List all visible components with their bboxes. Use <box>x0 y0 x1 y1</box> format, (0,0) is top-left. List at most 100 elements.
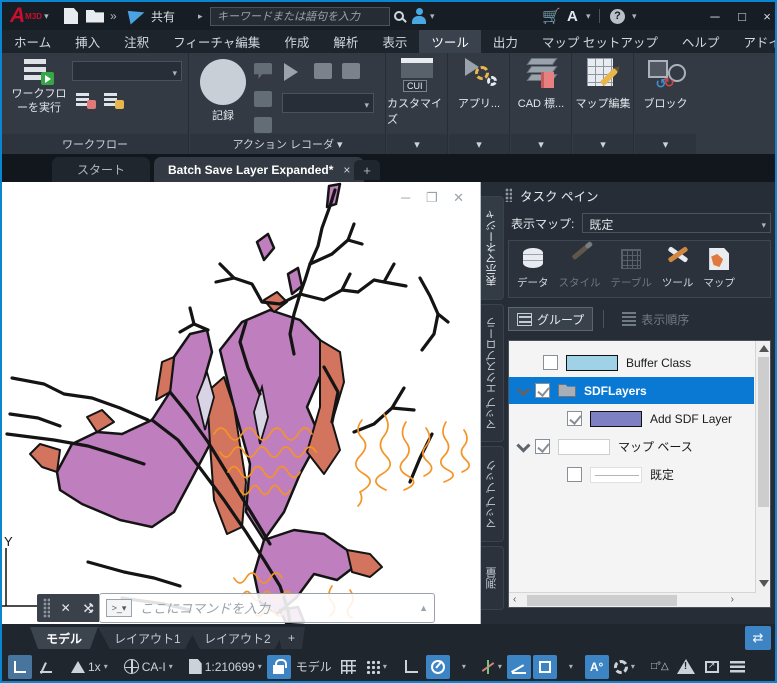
scale-button[interactable]: 1:210699 ▾ <box>186 655 265 679</box>
ucs-toggle-button[interactable] <box>8 654 32 679</box>
edit-macro-icon[interactable] <box>314 63 332 79</box>
sign-in-button[interactable] <box>412 2 426 30</box>
help-caret-icon[interactable]: ▾ <box>632 2 637 30</box>
task-pane-header[interactable]: タスク ペイン <box>505 184 773 206</box>
drawing-canvas[interactable]: ─ ❐ ✕ Y ✕ ⚒ >_▾ ▲ <box>2 182 481 625</box>
space-switch-button[interactable]: ⇄ <box>745 626 771 650</box>
play-macro-icon[interactable] <box>284 63 298 81</box>
annotation-visibility-button[interactable]: A° <box>584 654 609 679</box>
new-layout-button[interactable]: + <box>278 627 306 649</box>
map-base-checkbox[interactable] <box>535 439 550 454</box>
insert-message-icon[interactable] <box>342 63 360 79</box>
sdflayers-collapse-icon[interactable] <box>516 382 531 397</box>
ribbon-tab-tools[interactable]: ツール <box>419 30 481 53</box>
map-button[interactable]: マップ <box>703 246 735 290</box>
display-map-select[interactable]: 既定 ▾ <box>582 213 771 233</box>
preference-icon[interactable] <box>254 117 272 133</box>
search-expand-icon[interactable]: ▸ <box>198 2 203 30</box>
share-button[interactable]: 共有 <box>127 2 175 30</box>
scale-lock-button[interactable] <box>266 654 291 679</box>
map-base-collapse-icon[interactable] <box>516 438 531 453</box>
customization-menu-button[interactable] <box>726 655 750 679</box>
qat-caret-icon[interactable]: ▾ <box>430 2 435 30</box>
tab-model[interactable]: モデル <box>30 627 99 649</box>
tree-row-default[interactable]: 既定 <box>509 461 754 488</box>
cad-standards-flyout[interactable]: ▾ <box>511 134 571 154</box>
logo-caret-icon[interactable]: ▾ <box>44 11 49 22</box>
new-drawing-tab-button[interactable]: + <box>354 160 380 180</box>
tree-row-add-sdf-layer[interactable]: Add SDF Layer <box>509 405 754 432</box>
scroll-left-icon[interactable]: ‹ <box>513 594 516 605</box>
macro-combobox[interactable]: ▾ <box>282 93 374 113</box>
customize-flyout[interactable]: ▾ <box>387 134 447 154</box>
graphics-performance-button[interactable] <box>674 655 698 679</box>
workflow-panel-title[interactable]: ワークフロー <box>2 134 188 154</box>
default-checkbox[interactable] <box>567 467 582 482</box>
isolate-objects-button[interactable]: □°△ <box>648 655 672 679</box>
command-history-icon[interactable]: ▲ <box>419 603 428 613</box>
osnap-caret[interactable]: ▾ <box>559 655 583 679</box>
ortho-toggle-button[interactable] <box>400 655 424 679</box>
ribbon-tab-map-setup[interactable]: マップ セットアップ <box>530 30 670 53</box>
vertical-scroll-thumb[interactable] <box>758 357 769 507</box>
command-prompt-icon[interactable]: >_ ▾ <box>106 599 132 617</box>
drag-handle-icon[interactable] <box>42 598 50 618</box>
coordinate-system-button[interactable]: CA-I ▾ <box>121 655 176 679</box>
tree-horizontal-scrollbar[interactable]: ‹ › <box>509 592 756 607</box>
ribbon-tab-output[interactable]: 出力 <box>481 30 530 53</box>
command-input-field[interactable]: >_▾ ▲ <box>99 593 435 623</box>
open-file-button[interactable] <box>86 2 104 30</box>
tools-button[interactable]: ツール <box>662 246 693 290</box>
tab-layout2[interactable]: レイアウト2 <box>188 627 287 649</box>
block-button[interactable]: ↺ ↻ ブロック <box>635 56 696 111</box>
ribbon-tab-insert[interactable]: 挿入 <box>63 30 112 53</box>
search-button[interactable] <box>394 2 404 30</box>
tree-row-map-base[interactable]: マップ ベース <box>509 433 754 460</box>
ribbon-tab-create[interactable]: 作成 <box>272 30 321 53</box>
ribbon-tab-help[interactable]: ヘルプ <box>670 30 732 53</box>
cad-standards-button[interactable]: CAD 標... <box>511 56 571 111</box>
a-caret-icon[interactable]: ▾ <box>586 2 591 30</box>
grid-toggle-button[interactable] <box>337 655 361 679</box>
new-workflow-icon[interactable] <box>104 91 124 109</box>
app-logo[interactable]: A M3D ▾ <box>10 2 49 30</box>
qat-more-icon[interactable]: » <box>110 2 117 30</box>
side-tab-display-manager[interactable]: 表示マネージャ <box>481 196 504 300</box>
applications-flyout[interactable]: ▾ <box>449 134 509 154</box>
ribbon-tab-view[interactable]: 表示 <box>370 30 419 53</box>
ucs-edit-button[interactable] <box>34 655 58 679</box>
model-space-button[interactable]: モデル <box>293 655 335 679</box>
ribbon-tab-addins[interactable]: アドイン <box>731 30 775 53</box>
exaggeration-button[interactable]: 1x ▾ <box>68 655 111 679</box>
app-store-button[interactable]: 🛒 <box>542 2 561 30</box>
task-pane-grip-icon[interactable] <box>505 188 512 202</box>
action-recorder-panel-title[interactable]: アクション レコーダ ▾ <box>190 134 385 154</box>
scroll-up-icon[interactable] <box>759 345 769 352</box>
groups-toggle-button[interactable]: グループ <box>508 307 594 331</box>
polar-tracking-button[interactable] <box>425 654 450 679</box>
iso-draft-button[interactable]: ▾ <box>478 655 505 679</box>
close-button[interactable]: × <box>754 2 775 30</box>
help-button[interactable]: ? <box>610 2 625 30</box>
customize-button[interactable]: CUI カスタマイズ <box>387 56 447 127</box>
tree-row-sdflayers[interactable]: SDFLayers <box>509 377 754 404</box>
drawing-window-controls[interactable]: ─ ❐ ✕ <box>401 190 470 206</box>
ribbon-tab-feature-edit[interactable]: フィーチャ編集 <box>161 30 272 53</box>
side-tab-survey[interactable]: 測量 <box>481 546 504 610</box>
applications-button[interactable]: アプリ... <box>449 56 509 111</box>
snap-toggle-button[interactable]: ▾ <box>363 655 390 679</box>
new-file-button[interactable] <box>64 2 78 30</box>
run-workflow-button[interactable]: ワークフローを実行 <box>10 59 68 116</box>
record-button[interactable]: 記録 <box>200 59 246 123</box>
ribbon-tab-annotate[interactable]: 注釈 <box>112 30 161 53</box>
tab-layout1[interactable]: レイアウト1 <box>98 627 197 649</box>
tree-vertical-scrollbar[interactable] <box>755 341 770 607</box>
map-edit-button[interactable]: マップ編集 <box>573 56 633 111</box>
command-input[interactable] <box>140 600 420 616</box>
block-flyout[interactable]: ▾ <box>635 134 696 154</box>
minimize-button[interactable]: ─ <box>702 2 728 30</box>
clean-screen-button[interactable] <box>700 655 724 679</box>
polar-caret[interactable]: ▾ <box>452 655 476 679</box>
autodesk-a-button[interactable]: A <box>567 2 578 30</box>
object-snap-button[interactable] <box>532 654 557 679</box>
